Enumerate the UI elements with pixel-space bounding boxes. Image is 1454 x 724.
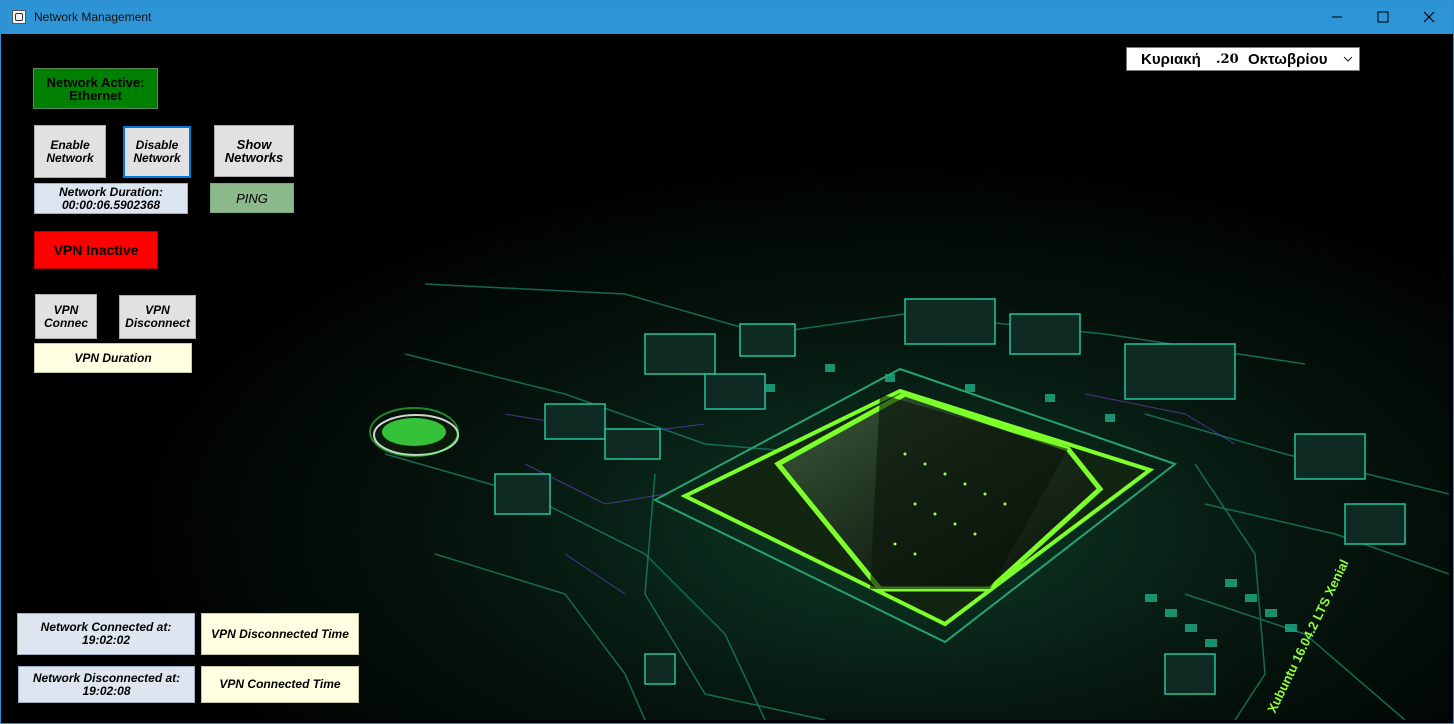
show-networks-button[interactable]: Show Networks <box>214 125 294 177</box>
disable-network-button[interactable]: Disable Network <box>123 126 191 178</box>
close-icon <box>1423 11 1435 23</box>
date-day-name: Κυριακή <box>1141 51 1201 68</box>
ping-button[interactable]: PING <box>210 183 294 213</box>
network-duration-label: Network Duration: 00:00:06.5902368 <box>34 183 188 214</box>
window-title: Network Management <box>34 10 152 24</box>
close-button[interactable] <box>1407 1 1453 34</box>
date-picker[interactable]: Κυριακή .20 Οκτωβρίου <box>1126 47 1360 71</box>
app-window: Network Management Xubuntu 16.04.2 LTS X… <box>0 0 1454 724</box>
maximize-icon <box>1377 11 1389 23</box>
main-content: Xubuntu 16.04.2 LTS Xenial Κυριακή .20 Ο… <box>5 34 1449 720</box>
vpn-connected-time-label: VPN Connected Time <box>201 666 359 703</box>
date-day-number: .20 <box>1216 52 1239 67</box>
vpn-connect-button[interactable]: VPN Connec <box>35 294 97 339</box>
app-icon <box>12 10 26 24</box>
network-status-label: Network Active: Ethernet <box>33 68 158 109</box>
vpn-disconnected-time-label: VPN Disconnected Time <box>201 613 359 655</box>
title-bar[interactable]: Network Management <box>1 1 1453 34</box>
date-month: Οκτωβρίου <box>1248 51 1328 68</box>
network-connected-time-label: Network Connected at: 19:02:02 <box>17 613 195 655</box>
enable-network-button[interactable]: Enable Network <box>34 125 106 178</box>
vpn-disconnect-button[interactable]: VPN Disconnect <box>119 295 196 339</box>
chevron-down-icon <box>1343 56 1353 62</box>
minimize-icon <box>1332 16 1342 18</box>
vpn-status-label: VPN Inactive <box>34 231 158 269</box>
minimize-button[interactable] <box>1315 1 1361 34</box>
network-disconnected-time-label: Network Disconnected at: 19:02:08 <box>18 666 195 703</box>
maximize-button[interactable] <box>1361 1 1407 34</box>
vpn-duration-label: VPN Duration <box>34 343 192 373</box>
